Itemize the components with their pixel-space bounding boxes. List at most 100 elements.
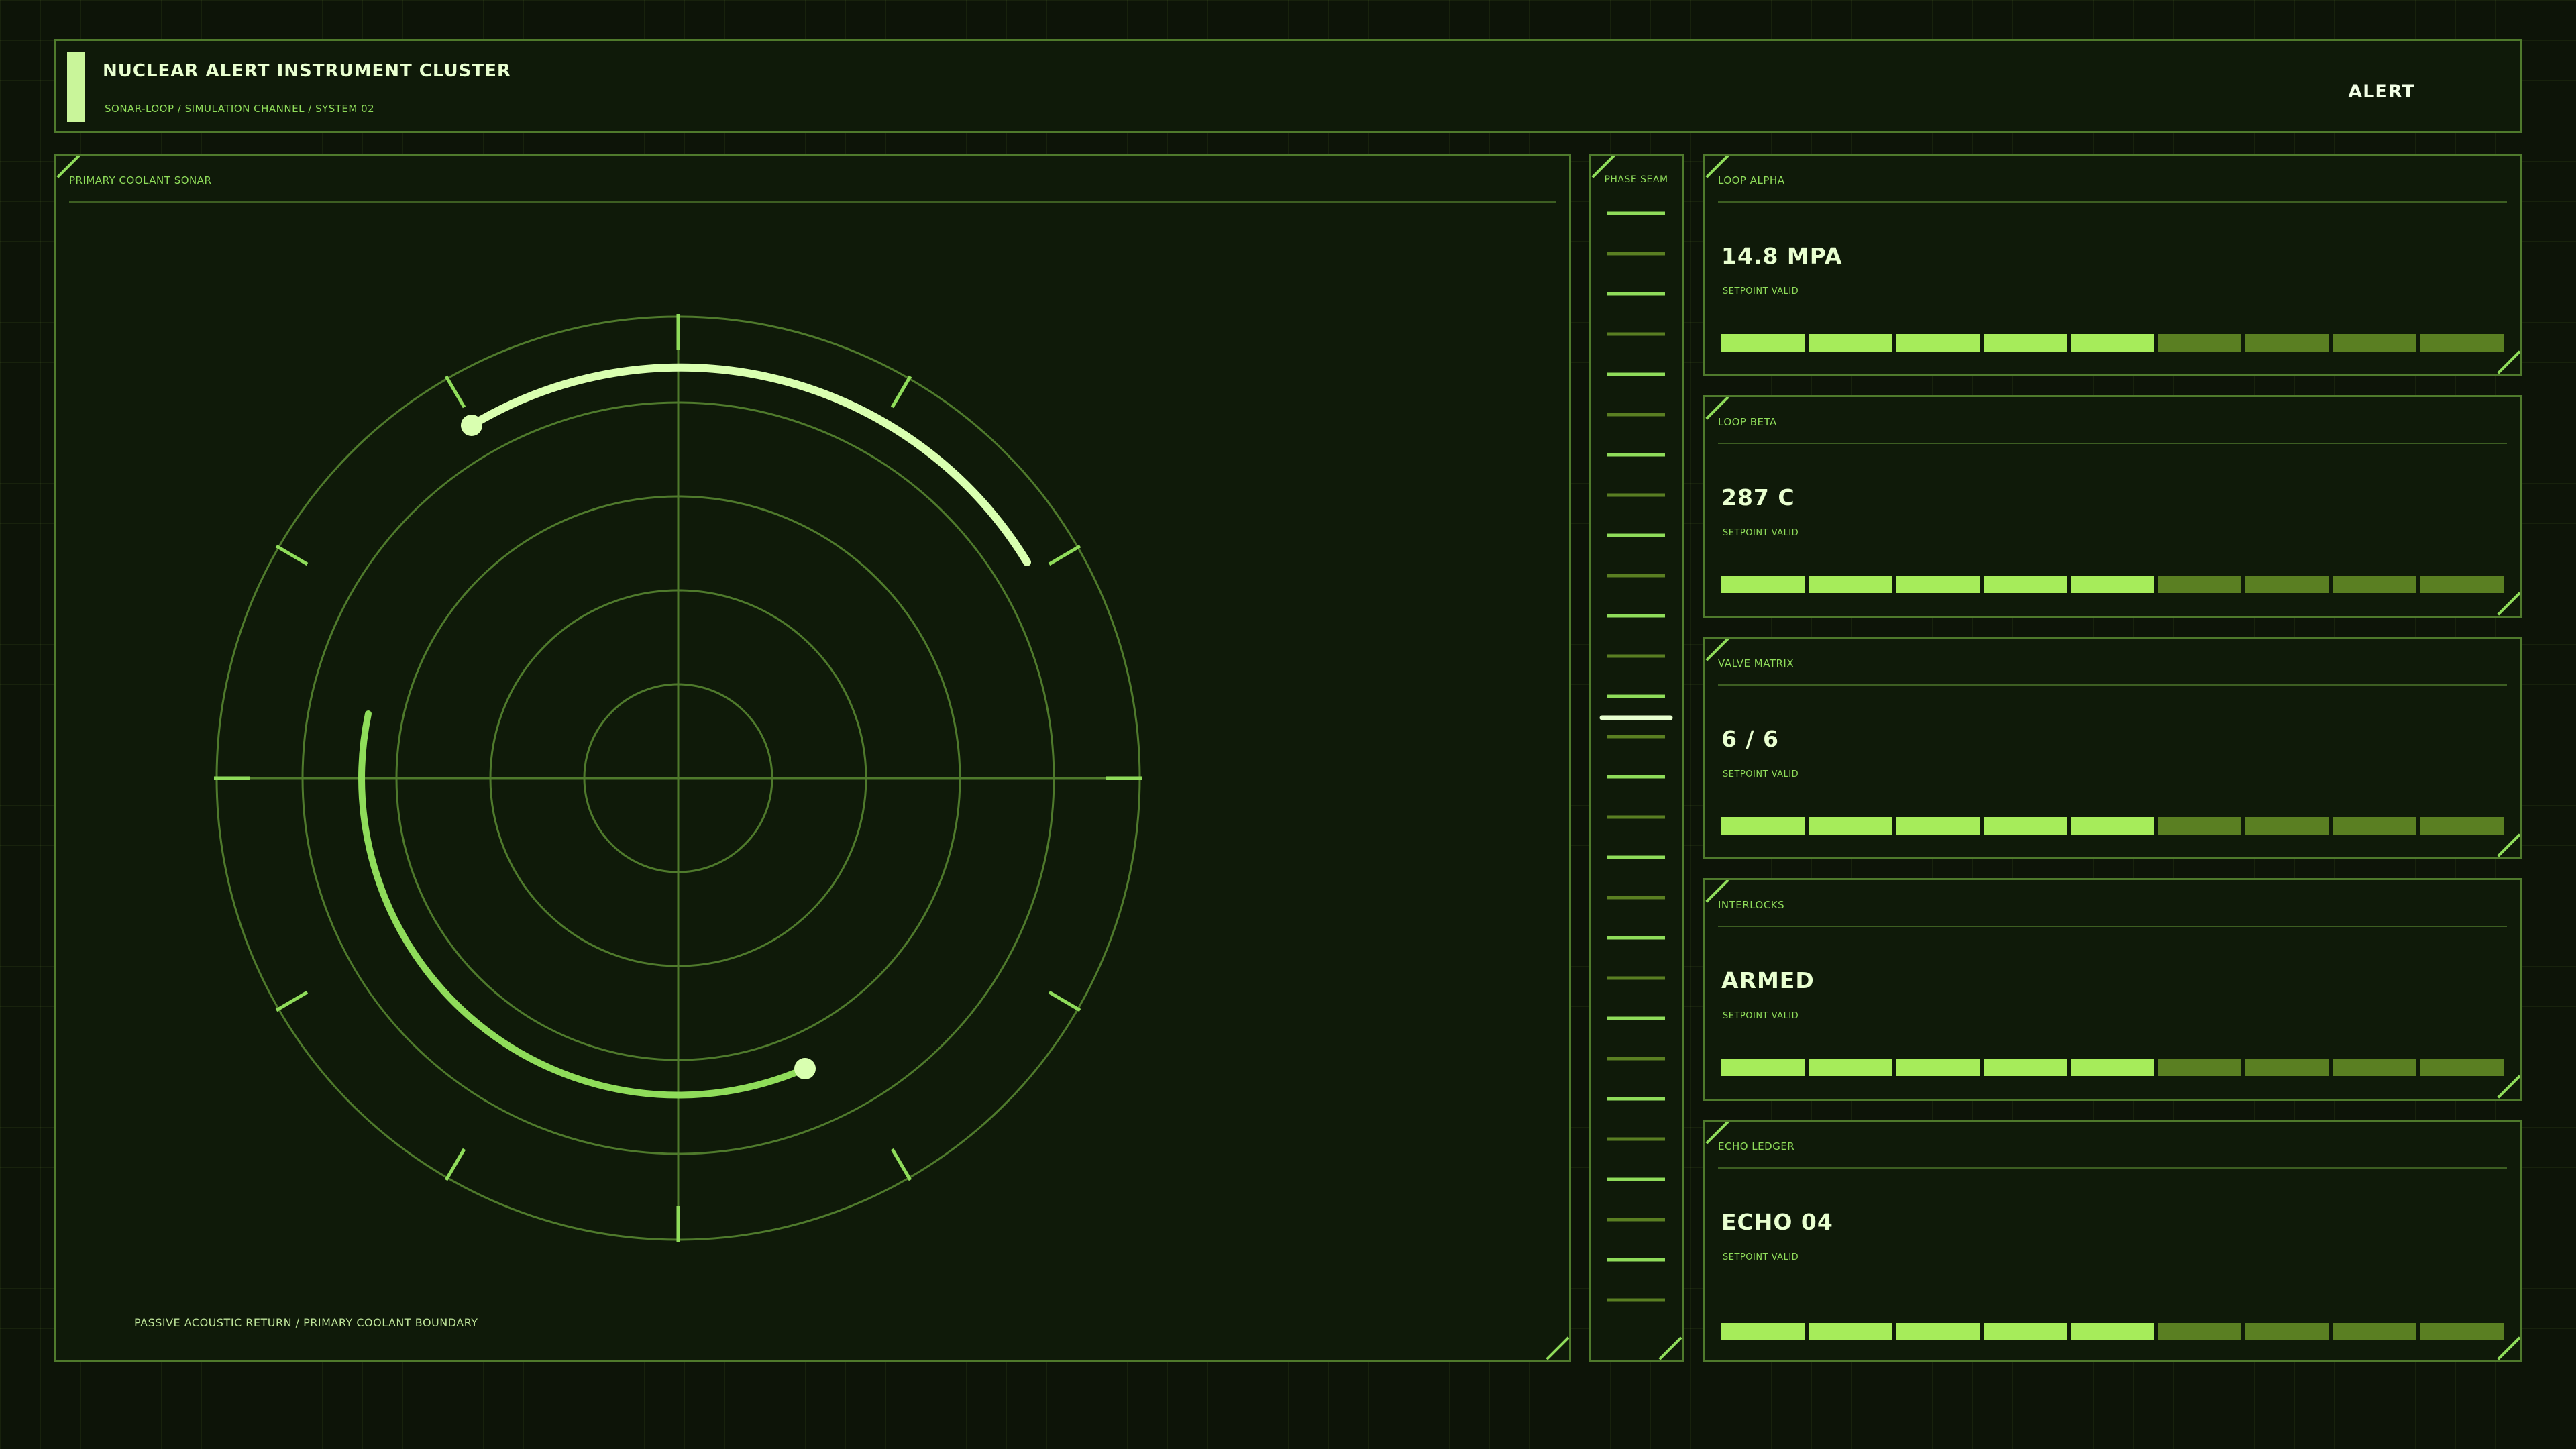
gauge-segment-unlit	[2158, 817, 2242, 835]
gauge-value: ARMED	[1721, 967, 1815, 994]
sonar-tick	[890, 375, 912, 409]
gauge-segment-unlit	[2420, 817, 2504, 835]
gauge-segment-bar	[1721, 1323, 2504, 1340]
gauge-segment-lit	[2070, 817, 2155, 835]
gauge-segment-lit	[2070, 1059, 2155, 1076]
gauge-segment-lit	[1983, 1059, 2067, 1076]
sonar-contact-marker	[461, 415, 482, 436]
corner-mark	[2496, 350, 2520, 374]
gauge-segment-bar	[1721, 817, 2504, 835]
gauge-status: SETPOINT VALID	[1723, 769, 1799, 780]
sonar-contact-marker	[794, 1058, 816, 1079]
gauge-label: LOOP ALPHA	[1718, 174, 1785, 186]
corner-mark	[2496, 592, 2520, 616]
sonar-tick	[444, 375, 466, 409]
gauge-segment-lit	[1983, 1323, 2067, 1340]
gauge-label: VALVE MATRIX	[1718, 657, 1794, 669]
gauge-segment-unlit	[2420, 576, 2504, 593]
gauge-segment-unlit	[2158, 1059, 2242, 1076]
gauge-segment-lit	[2070, 1323, 2155, 1340]
gauge-valve-matrix: VALVE MATRIX 6 / 6 SETPOINT VALID	[1703, 637, 2522, 859]
gauge-status: SETPOINT VALID	[1723, 528, 1799, 538]
gauge-segment-unlit	[2245, 1059, 2329, 1076]
sonar-sweep-arc-primary	[468, 363, 1031, 566]
sonar-tick	[275, 544, 309, 566]
header-accent-bar	[67, 52, 85, 122]
gauge-segment-unlit	[2245, 817, 2329, 835]
gauge-segment-lit	[1896, 817, 1980, 835]
gauge-value: ECHO 04	[1721, 1209, 1833, 1235]
corner-mark	[2496, 1075, 2520, 1099]
gauge-segment-unlit	[2245, 576, 2329, 593]
gauge-segment-unlit	[2158, 1323, 2242, 1340]
gauge-status: SETPOINT VALID	[1723, 1252, 1799, 1263]
gauge-echo-ledger: ECHO LEDGER ECHO 04 SETPOINT VALID	[1703, 1120, 2522, 1362]
divider	[1718, 201, 2507, 203]
gauge-segment-lit	[1896, 334, 1980, 352]
sonar-footer-caption: PASSIVE ACOUSTIC RETURN / PRIMARY COOLAN…	[134, 1316, 478, 1329]
gauge-segment-lit	[1809, 576, 1892, 593]
sonar-tick	[890, 1148, 912, 1181]
gauge-segment-unlit	[2332, 334, 2416, 352]
gauge-segment-lit	[1809, 1059, 1892, 1076]
gauge-segment-lit	[1896, 1323, 1980, 1340]
gauge-segment-unlit	[2332, 1323, 2416, 1340]
gauge-segment-lit	[1721, 1323, 1805, 1340]
alert-indicator[interactable]: ALERT	[2314, 81, 2449, 102]
sonar-tick	[1048, 544, 1081, 566]
gauge-loop-alpha: LOOP ALPHA 14.8 MPA SETPOINT VALID	[1703, 154, 2522, 376]
sonar-sweep-arc-secondary	[358, 710, 808, 1099]
gauge-label: ECHO LEDGER	[1718, 1140, 1795, 1152]
gauge-segment-lit	[1721, 817, 1805, 835]
gauge-value: 287 C	[1721, 484, 1795, 511]
divider	[1718, 926, 2507, 927]
gauge-value: 14.8 MPA	[1721, 243, 1843, 269]
gauge-segment-unlit	[2420, 334, 2504, 352]
phase-seam-scale	[1599, 211, 1673, 1302]
gauge-label: LOOP BETA	[1718, 416, 1777, 428]
divider	[1718, 443, 2507, 444]
gauge-segment-lit	[1896, 1059, 1980, 1076]
gauge-value: 6 / 6	[1721, 726, 1779, 752]
divider	[1718, 684, 2507, 686]
gauge-segment-lit	[1721, 576, 1805, 593]
gauge-segment-lit	[1983, 817, 2067, 835]
gauge-segment-unlit	[2332, 1059, 2416, 1076]
gauge-segment-bar	[1721, 576, 2504, 593]
gauge-segment-lit	[2070, 576, 2155, 593]
gauge-status: SETPOINT VALID	[1723, 286, 1799, 297]
sonar-tick	[275, 990, 309, 1012]
gauge-segment-unlit	[2245, 334, 2329, 352]
gauge-label: INTERLOCKS	[1718, 899, 1785, 911]
gauge-status: SETPOINT VALID	[1723, 1011, 1799, 1021]
sonar-tick	[1048, 990, 1081, 1012]
page-title: NUCLEAR ALERT INSTRUMENT CLUSTER	[103, 61, 511, 81]
gauge-segment-lit	[1809, 817, 1892, 835]
gauge-segment-lit	[2070, 334, 2155, 352]
phase-seam-panel: PHASE SEAM	[1589, 154, 1684, 1362]
gauge-segment-unlit	[2332, 817, 2416, 835]
gauge-segment-unlit	[2158, 334, 2242, 352]
gauge-segment-unlit	[2420, 1323, 2504, 1340]
gauge-segment-lit	[1721, 1059, 1805, 1076]
gauge-segment-lit	[1809, 1323, 1892, 1340]
gauge-segment-unlit	[2158, 576, 2242, 593]
gauge-segment-bar	[1721, 334, 2504, 352]
header-bar: NUCLEAR ALERT INSTRUMENT CLUSTER SONAR-L…	[54, 39, 2522, 133]
gauge-segment-lit	[1983, 334, 2067, 352]
gauge-segment-lit	[1896, 576, 1980, 593]
gauge-interlocks: INTERLOCKS ARMED SETPOINT VALID	[1703, 878, 2522, 1101]
gauge-segment-lit	[1809, 334, 1892, 352]
sonar-tick	[444, 1148, 466, 1181]
gauge-segment-unlit	[2420, 1059, 2504, 1076]
page-subtitle: SONAR-LOOP / SIMULATION CHANNEL / SYSTEM…	[105, 103, 375, 115]
gauge-segment-unlit	[2332, 576, 2416, 593]
sonar-panel: PRIMARY COOLANT SONAR PASSIVE ACOUSTIC R…	[54, 154, 1571, 1362]
corner-mark	[2496, 833, 2520, 857]
gauge-segment-lit	[1721, 334, 1805, 352]
divider	[1718, 1167, 2507, 1169]
gauge-segment-unlit	[2245, 1323, 2329, 1340]
sonar-display	[214, 314, 1142, 1242]
gauge-segment-bar	[1721, 1059, 2504, 1076]
gauge-segment-lit	[1983, 576, 2067, 593]
